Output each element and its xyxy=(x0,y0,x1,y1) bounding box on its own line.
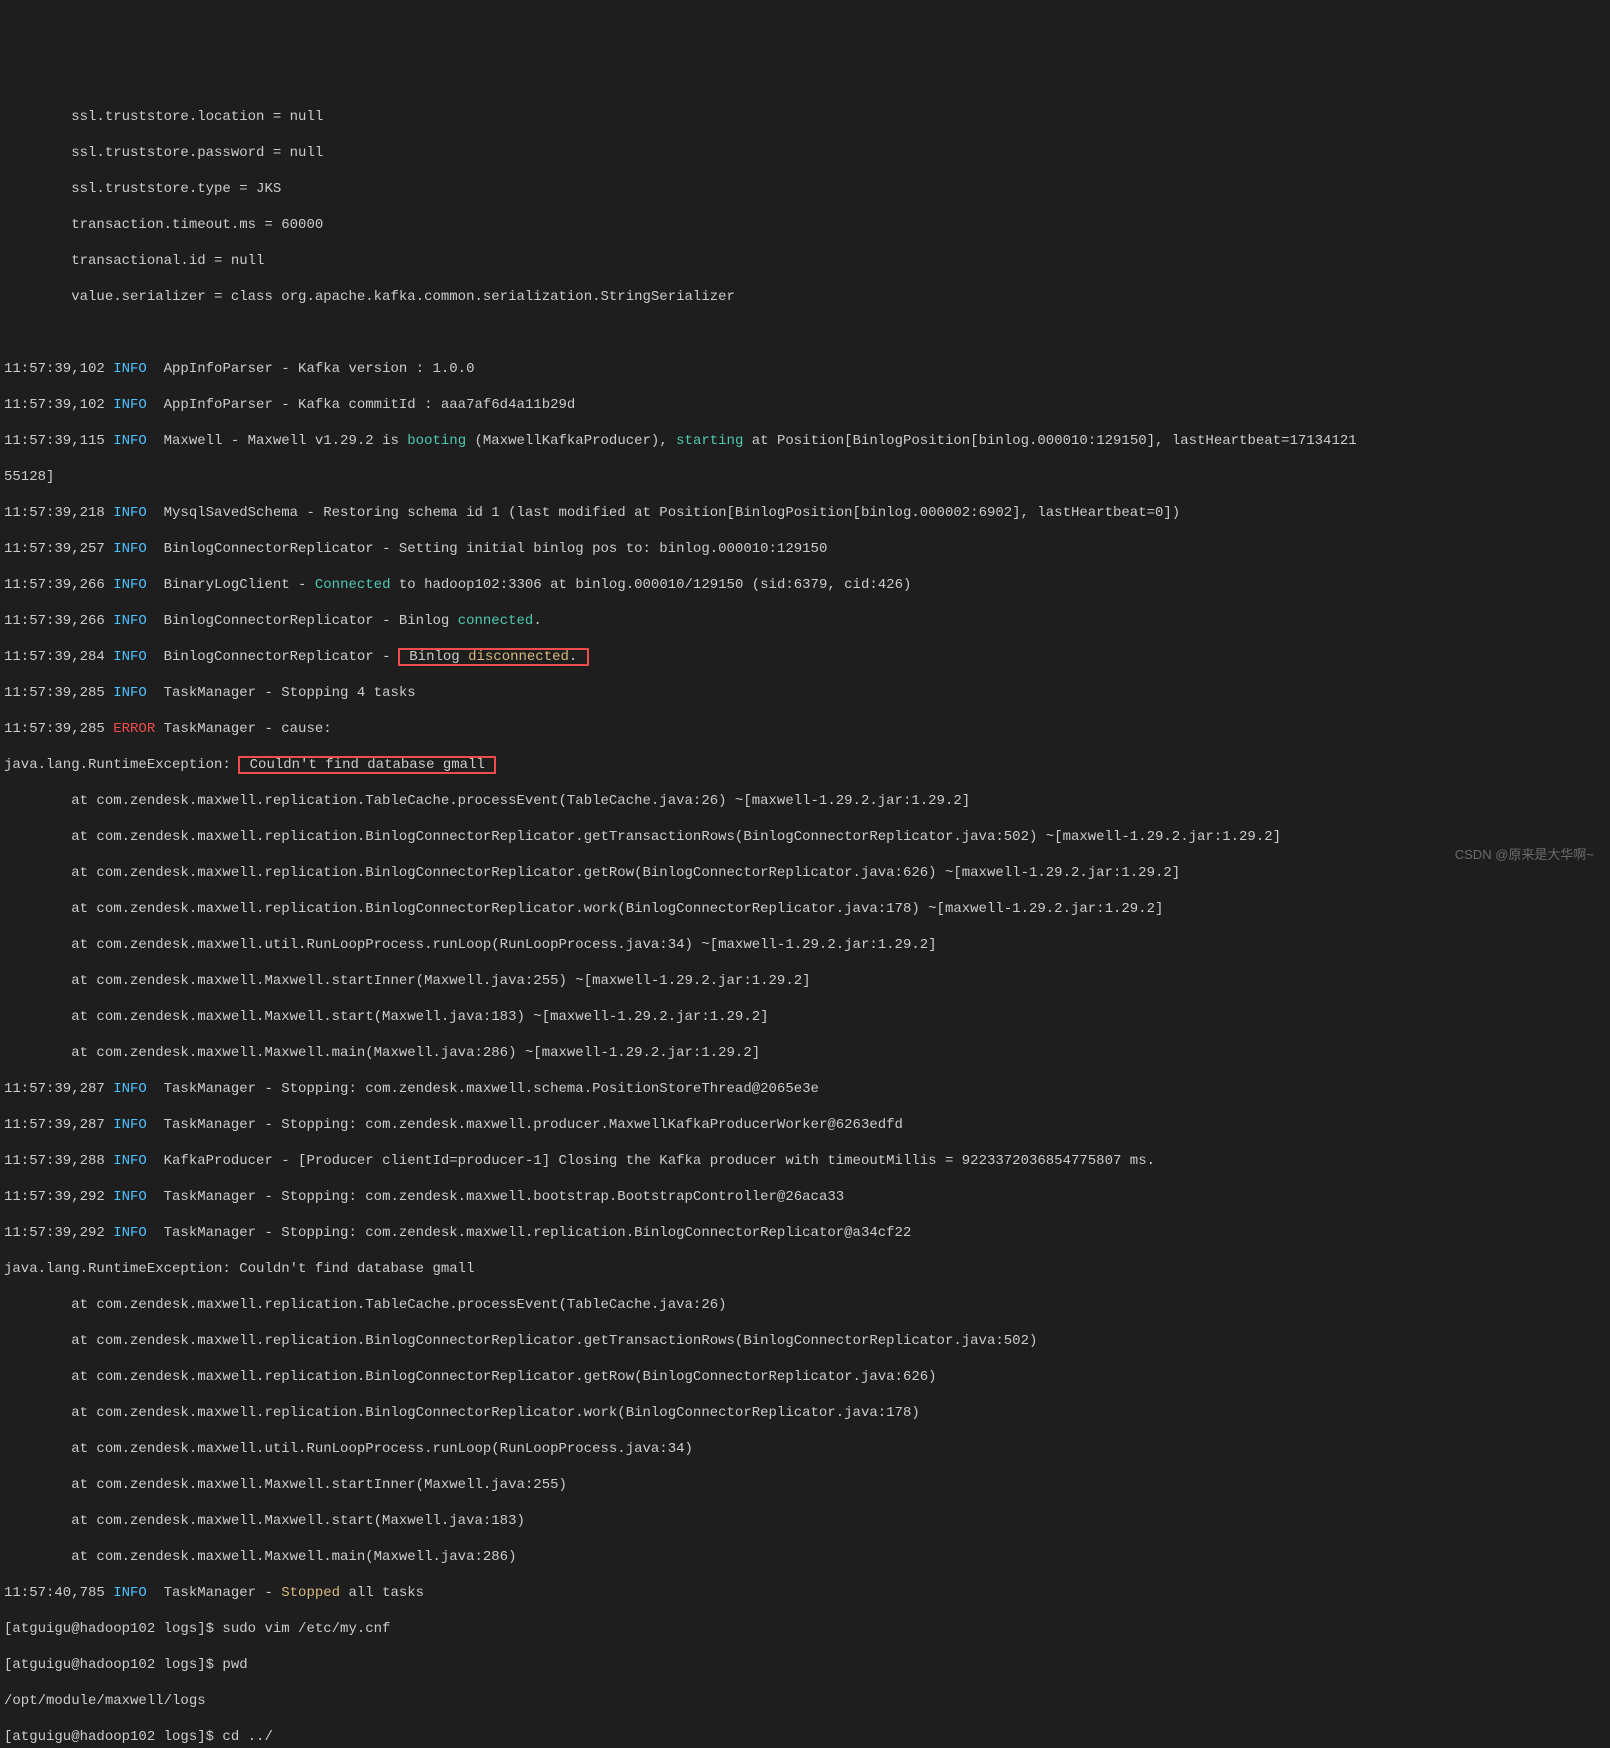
log-level-info: INFO xyxy=(113,541,147,557)
log-line: 11:57:39,287 INFO TaskManager - Stopping… xyxy=(4,1080,1606,1098)
stack-line: at com.zendesk.maxwell.Maxwell.startInne… xyxy=(4,972,1606,990)
log-level-info: INFO xyxy=(113,397,147,413)
log-line: 11:57:39,292 INFO TaskManager - Stopping… xyxy=(4,1188,1606,1206)
config-line: ssl.truststore.location = null xyxy=(4,108,1606,126)
terminal-output[interactable]: ssl.truststore.location = null ssl.trust… xyxy=(0,90,1610,1748)
log-line: 11:57:39,102 INFO AppInfoParser - Kafka … xyxy=(4,360,1606,378)
exception-line: java.lang.RuntimeException: Couldn't fin… xyxy=(4,1260,1606,1278)
log-line: 11:57:39,257 INFO BinlogConnectorReplica… xyxy=(4,540,1606,558)
stack-line: at com.zendesk.maxwell.Maxwell.startInne… xyxy=(4,1476,1606,1494)
config-line: transaction.timeout.ms = 60000 xyxy=(4,216,1606,234)
stack-line: at com.zendesk.maxwell.replication.Table… xyxy=(4,1296,1606,1314)
log-level-info: INFO xyxy=(113,613,147,629)
blank-line xyxy=(4,324,1606,342)
log-line: 11:57:39,115 INFO Maxwell - Maxwell v1.2… xyxy=(4,432,1606,450)
log-line: 11:57:39,287 INFO TaskManager - Stopping… xyxy=(4,1116,1606,1134)
config-line: transactional.id = null xyxy=(4,252,1606,270)
stack-line: at com.zendesk.maxwell.util.RunLoopProce… xyxy=(4,936,1606,954)
log-line: 11:57:39,218 INFO MysqlSavedSchema - Res… xyxy=(4,504,1606,522)
log-line: 11:57:39,102 INFO AppInfoParser - Kafka … xyxy=(4,396,1606,414)
log-line: 11:57:40,785 INFO TaskManager - Stopped … xyxy=(4,1584,1606,1602)
stack-line: at com.zendesk.maxwell.replication.Binlo… xyxy=(4,828,1606,846)
log-level-info: INFO xyxy=(113,1225,147,1241)
log-level-info: INFO xyxy=(113,1189,147,1205)
log-level-info: INFO xyxy=(113,685,147,701)
shell-prompt[interactable]: [atguigu@hadoop102 logs]$ cd ../ xyxy=(4,1728,1606,1746)
stack-line: at com.zendesk.maxwell.replication.Binlo… xyxy=(4,900,1606,918)
config-line: ssl.truststore.type = JKS xyxy=(4,180,1606,198)
watermark: CSDN @原来是大华啊~ xyxy=(1455,846,1594,864)
log-level-info: INFO xyxy=(113,1585,147,1601)
stack-line: at com.zendesk.maxwell.replication.Binlo… xyxy=(4,1332,1606,1350)
shell-prompt[interactable]: [atguigu@hadoop102 logs]$ sudo vim /etc/… xyxy=(4,1620,1606,1638)
highlight-exception: Couldn't find database gmall xyxy=(239,757,495,773)
log-line: 11:57:39,285 ERROR TaskManager - cause: xyxy=(4,720,1606,738)
log-line: 11:57:39,292 INFO TaskManager - Stopping… xyxy=(4,1224,1606,1242)
stack-line: at com.zendesk.maxwell.Maxwell.main(Maxw… xyxy=(4,1044,1606,1062)
log-level-info: INFO xyxy=(113,1081,147,1097)
exception-line: java.lang.RuntimeException: Couldn't fin… xyxy=(4,756,1606,774)
log-level-error: ERROR xyxy=(113,721,155,737)
log-level-info: INFO xyxy=(113,1153,147,1169)
log-level-info: INFO xyxy=(113,433,147,449)
log-line: 11:57:39,266 INFO BinaryLogClient - Conn… xyxy=(4,576,1606,594)
highlight-disconnected: Binlog disconnected. xyxy=(399,649,588,665)
log-level-info: INFO xyxy=(113,361,147,377)
stack-line: at com.zendesk.maxwell.Maxwell.start(Max… xyxy=(4,1008,1606,1026)
config-line: value.serializer = class org.apache.kafk… xyxy=(4,288,1606,306)
log-line: 11:57:39,284 INFO BinlogConnectorReplica… xyxy=(4,648,1606,666)
log-line-wrap: 55128] xyxy=(4,468,1606,486)
shell-prompt[interactable]: [atguigu@hadoop102 logs]$ pwd xyxy=(4,1656,1606,1674)
config-line: ssl.truststore.password = null xyxy=(4,144,1606,162)
stack-line: at com.zendesk.maxwell.replication.Binlo… xyxy=(4,1404,1606,1422)
log-level-info: INFO xyxy=(113,577,147,593)
log-level-info: INFO xyxy=(113,505,147,521)
stack-line: at com.zendesk.maxwell.replication.Table… xyxy=(4,792,1606,810)
stack-line: at com.zendesk.maxwell.Maxwell.main(Maxw… xyxy=(4,1548,1606,1566)
log-line: 11:57:39,285 INFO TaskManager - Stopping… xyxy=(4,684,1606,702)
log-line: 11:57:39,288 INFO KafkaProducer - [Produ… xyxy=(4,1152,1606,1170)
stack-line: at com.zendesk.maxwell.util.RunLoopProce… xyxy=(4,1440,1606,1458)
stack-line: at com.zendesk.maxwell.replication.Binlo… xyxy=(4,1368,1606,1386)
log-line: 11:57:39,266 INFO BinlogConnectorReplica… xyxy=(4,612,1606,630)
log-level-info: INFO xyxy=(113,649,147,665)
stack-line: at com.zendesk.maxwell.replication.Binlo… xyxy=(4,864,1606,882)
shell-output: /opt/module/maxwell/logs xyxy=(4,1692,1606,1710)
stack-line: at com.zendesk.maxwell.Maxwell.start(Max… xyxy=(4,1512,1606,1530)
log-level-info: INFO xyxy=(113,1117,147,1133)
